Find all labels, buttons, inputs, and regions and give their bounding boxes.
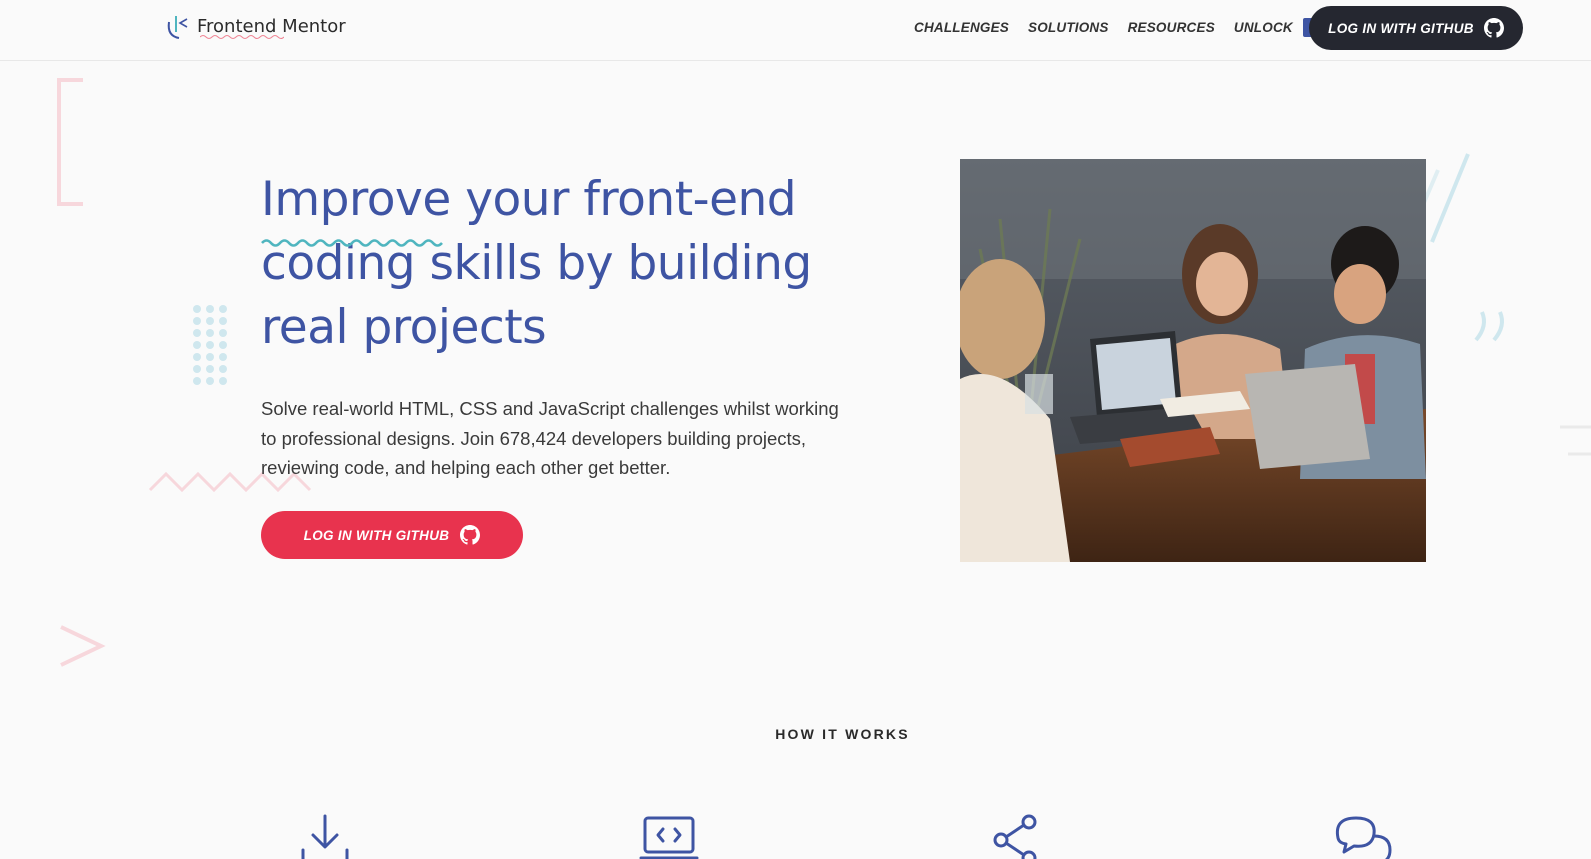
nav-solutions[interactable]: SOLUTIONS [1028,20,1109,35]
nav-challenges[interactable]: CHALLENGES [914,20,1009,35]
bracket-decoration [57,78,83,206]
github-icon [460,525,481,545]
hero-login-github-button[interactable]: LOG IN WITH GITHUB [261,511,523,559]
how-it-works-title: HOW IT WORKS [775,726,910,742]
hero-photo-illustration [960,159,1426,562]
hero-description: Solve real-world HTML, CSS and JavaScrip… [261,398,839,478]
hero-login-label: LOG IN WITH GITHUB [303,527,450,543]
nav-unlock-label: UNLOCK [1233,20,1293,35]
logo-squiggle-decoration [200,35,284,39]
chevron-decoration [60,625,106,667]
code-laptop-icon [639,816,699,859]
hero-title: Improve your front-end coding skills by … [261,168,861,360]
quote-marks-decoration [1474,311,1504,342]
lines-decoration [1560,425,1591,456]
header-login-github-button[interactable]: LOG IN WITH GITHUB [1309,6,1523,50]
logo-mark-icon [167,16,188,39]
header-login-label: LOG IN WITH GITHUB [1328,20,1474,36]
github-icon [1483,18,1504,38]
chat-bubbles-icon [1335,816,1392,859]
nav-resources[interactable]: RESOURCES [1128,20,1215,35]
dot-grid-decoration [193,305,227,385]
download-icon [301,814,349,859]
share-icon [993,814,1037,859]
hero-title-line3: real projects [261,300,547,355]
hero-title-line1-rest: your front-end [450,172,797,227]
hero-photo [960,159,1426,562]
hero-title-highlight: Improve [261,172,451,227]
main-nav: CHALLENGES SOLUTIONS RESOURCES UNLOCK PR… [914,18,1342,37]
title-squiggle-underline [261,239,443,247]
site-header: Frontend Mentor CHALLENGES SOLUTIONS RES… [0,0,1591,61]
